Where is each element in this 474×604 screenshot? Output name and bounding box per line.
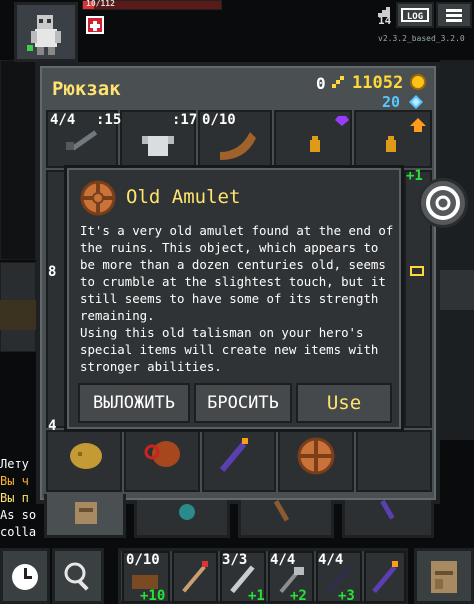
bag-tab-main[interactable]	[44, 494, 126, 538]
slot-count-left: 8	[48, 264, 57, 280]
inventory-slot-wand[interactable]	[202, 430, 276, 492]
dialog-usage-text: Using this old talisman on your hero's s…	[80, 325, 379, 374]
inventory-slot[interactable]	[356, 430, 432, 492]
bag-tab-scrolls[interactable]	[238, 499, 334, 538]
journal-button[interactable]: LOG	[396, 2, 434, 28]
slot-label-armor: :15	[96, 112, 122, 128]
quickslot-3-bonus: +1	[248, 588, 265, 604]
quickslot-4-count: 4/4	[270, 552, 296, 568]
inventory-slot[interactable]	[46, 170, 66, 428]
seed-bag-icon	[179, 504, 195, 520]
slot-label-weapon: 4/4	[50, 112, 76, 128]
inventory-slot-ring[interactable]	[354, 110, 432, 168]
gold-count: 11052	[352, 73, 404, 93]
inventory-slot-bag[interactable]	[46, 430, 122, 492]
old-amulet-icon	[297, 437, 335, 475]
quickslot-6[interactable]	[364, 551, 406, 603]
journal-label: LOG	[407, 12, 423, 22]
health-text: 10/112	[86, 0, 115, 8]
version-label: v2.3.2_based_3.2.0	[378, 34, 465, 43]
menu-icon	[446, 9, 462, 22]
quickslot-4-bonus: +2	[290, 588, 307, 604]
search-button[interactable]	[52, 548, 104, 604]
inventory-slot-food[interactable]	[124, 430, 200, 492]
game-log: Лету Вы ч Вы п As so colla	[0, 456, 44, 541]
clock-icon	[12, 564, 38, 590]
log-line: Вы ч	[0, 474, 29, 488]
regen-buff-icon[interactable]	[86, 16, 104, 34]
dungeon-wall	[440, 270, 474, 310]
seed-pouch-icon	[70, 443, 102, 469]
log-line: Вы п	[0, 491, 29, 505]
crosshair-icon	[426, 186, 460, 220]
magic-wand-icon	[219, 438, 248, 472]
dart-icon	[182, 561, 208, 593]
log-line: As so	[0, 508, 37, 522]
hero-portrait[interactable]	[14, 2, 78, 62]
dialog-title: Old Amulet	[126, 186, 241, 208]
target-button[interactable]	[418, 178, 468, 228]
wand-icon	[410, 266, 424, 276]
inventory-slot-amulet[interactable]	[278, 430, 354, 492]
quickslot-1-count: 0/10	[126, 552, 160, 568]
wait-button[interactable]	[0, 548, 50, 604]
magic-wand-icon	[372, 561, 398, 594]
upgrade-arrow-icon	[386, 118, 426, 152]
slot-label-misc: 0/10	[202, 112, 236, 128]
purple-gem-icon	[310, 116, 349, 152]
key-icon	[332, 74, 346, 94]
inventory-slot-misc[interactable]	[274, 110, 352, 168]
dungeon-tile	[0, 60, 36, 260]
use-button[interactable]: Use	[296, 383, 392, 423]
inventory-button[interactable]	[414, 548, 474, 604]
log-line: colla	[0, 525, 37, 539]
quickslot-3-count: 3/3	[222, 552, 248, 568]
backpack-icon	[431, 561, 457, 593]
slot-label-artifact: :17	[172, 112, 198, 128]
dialog-description: It's a very old amulet found at the end …	[80, 223, 394, 323]
potion-belt-icon	[380, 499, 395, 520]
gold-coin-icon	[410, 74, 426, 90]
drop-off-button[interactable]: ВЫЛОЖИТЬ	[78, 383, 190, 423]
search-icon	[64, 562, 89, 591]
log-line: Лету	[0, 457, 29, 471]
quickslot-2[interactable]	[172, 551, 218, 603]
throw-button[interactable]: БРОСИТЬ	[194, 383, 292, 423]
energy-count: 20	[382, 93, 401, 111]
wand-holster-icon	[273, 499, 290, 522]
bag-tab-potions[interactable]	[342, 499, 434, 538]
backpack-tab-icon	[75, 502, 97, 524]
quickslot-1-bonus: +10	[140, 588, 166, 604]
menu-button[interactable]	[436, 2, 472, 28]
bag-tab-seeds[interactable]	[134, 500, 230, 538]
dungeon-tile	[440, 60, 474, 440]
old-amulet-icon	[80, 180, 116, 220]
meat-icon	[144, 441, 180, 467]
journal-icon: LOG	[401, 8, 429, 22]
backpack-title: Рюкзак	[52, 78, 121, 100]
quickslot-5-count: 4/4	[318, 552, 344, 568]
hero-avatar-icon	[27, 15, 61, 55]
quickslot-5-bonus: +3	[338, 588, 355, 604]
depth-stairs-icon	[378, 2, 390, 21]
keys-count: 0	[316, 74, 326, 93]
